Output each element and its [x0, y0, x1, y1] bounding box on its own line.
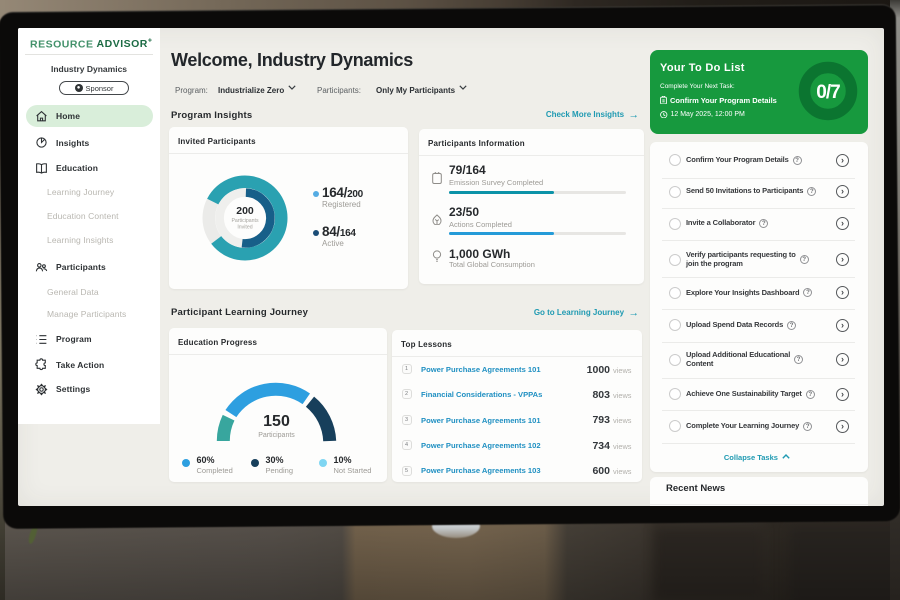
svg-text:Participants: Participants — [231, 218, 259, 224]
svg-text:200: 200 — [236, 205, 254, 217]
svg-text:0/7: 0/7 — [816, 82, 840, 103]
svg-text:Invited: Invited — [237, 225, 252, 231]
